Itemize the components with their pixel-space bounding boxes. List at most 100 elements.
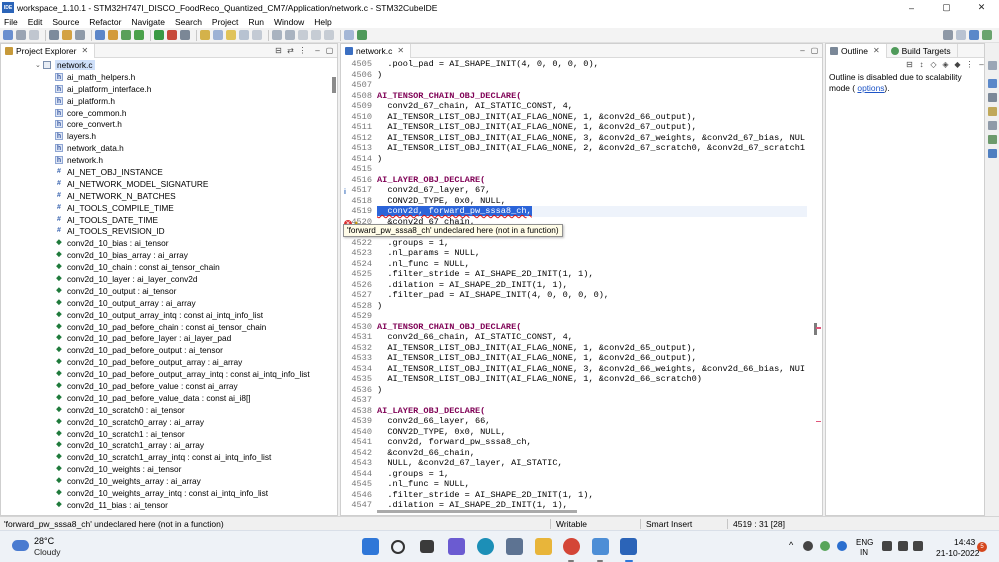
- link-editor-icon[interactable]: ⇄: [286, 46, 295, 55]
- tab-outline[interactable]: Outline ✕: [826, 44, 887, 58]
- minimize-view-icon[interactable]: –: [313, 46, 322, 55]
- hide-fields-icon[interactable]: ◇: [929, 60, 938, 69]
- external-tools-icon[interactable]: [180, 30, 190, 40]
- code-line[interactable]: .filter_stride = AI_SHAPE_2D_INIT(1, 1),: [377, 490, 807, 501]
- pin-editor-icon[interactable]: [344, 30, 354, 40]
- last-edit-icon[interactable]: [298, 30, 308, 40]
- code-line[interactable]: conv2d_66_layer, 66,: [377, 416, 807, 427]
- keyboard-layout[interactable]: IN: [860, 548, 868, 557]
- code-line[interactable]: .dilation = AI_SHAPE_2D_INIT(1, 1),: [377, 280, 807, 291]
- code-line[interactable]: ): [377, 301, 807, 312]
- new-icon[interactable]: [3, 30, 13, 40]
- code-line[interactable]: CONV2D_TYPE, 0x0, NULL,: [377, 196, 807, 207]
- tree-item[interactable]: ◆ conv2d_10_weights_array_intq : const ai…: [1, 487, 337, 499]
- wifi-icon[interactable]: [882, 541, 892, 551]
- clock-date[interactable]: 21-10-2022: [936, 548, 979, 558]
- menu-help[interactable]: Help: [314, 17, 331, 27]
- menu-refactor[interactable]: Refactor: [89, 17, 121, 27]
- close-outline-tab-icon[interactable]: ✕: [873, 46, 880, 55]
- code-line[interactable]: .pool_pad = AI_SHAPE_INIT(4, 0, 0, 0, 0)…: [377, 59, 807, 70]
- tree-item[interactable]: h core_convert.h: [1, 118, 337, 130]
- tasks-icon[interactable]: [988, 107, 997, 116]
- build-config-icon[interactable]: [62, 30, 72, 40]
- clock-time[interactable]: 14:43: [954, 537, 975, 547]
- status-cursor-position[interactable]: 4519 : 31 [28]: [733, 519, 785, 529]
- minimize-outline-icon[interactable]: –: [977, 60, 984, 69]
- stop-icon[interactable]: [167, 30, 177, 40]
- tree-item[interactable]: # AI_TOOLS_COMPILE_TIME: [1, 202, 337, 214]
- tree-item[interactable]: ◆ conv2d_10_pad_before_chain : const ai_t…: [1, 321, 337, 333]
- run-icon[interactable]: [154, 30, 164, 40]
- tree-item[interactable]: h network.h: [1, 154, 337, 166]
- weather-description[interactable]: Cloudy: [34, 547, 60, 557]
- debug-perspective-icon[interactable]: [982, 30, 992, 40]
- explorer-scroll-thumb[interactable]: [332, 77, 336, 93]
- collapse-all-icon[interactable]: ⊟: [905, 60, 914, 69]
- tree-item[interactable]: ◆ conv2d_10_scratch0_array : ai_array: [1, 416, 337, 428]
- tree-item[interactable]: h ai_platform_interface.h: [1, 83, 337, 95]
- code-line[interactable]: conv2d, forward_pw_sssa8_ch,: [377, 437, 807, 448]
- tree-item[interactable]: ◆ conv2d_10_scratch1 : ai_tensor: [1, 428, 337, 440]
- code-line[interactable]: AI_LAYER_OBJ_DECLARE(: [377, 406, 807, 417]
- tree-item[interactable]: ◆ conv2d_10_bias : ai_tensor: [1, 237, 337, 249]
- overview-error-mark[interactable]: [816, 327, 821, 329]
- code-line[interactable]: NULL, &conv2d_67_layer, AI_STATIC,: [377, 458, 807, 469]
- cloud-icon[interactable]: [12, 540, 29, 551]
- build-analyzer-icon[interactable]: [988, 135, 997, 144]
- clean-icon[interactable]: [75, 30, 85, 40]
- code-line[interactable]: [377, 164, 807, 175]
- weather-temperature[interactable]: 28°C: [34, 536, 54, 546]
- menu-search[interactable]: Search: [175, 17, 202, 27]
- collapse-all-icon[interactable]: ⊟: [274, 46, 283, 55]
- menu-window[interactable]: Window: [274, 17, 304, 27]
- editor-horizontal-scroll-thumb[interactable]: [377, 510, 577, 513]
- notification-badge[interactable]: 5: [977, 542, 987, 552]
- bluetooth-icon[interactable]: [837, 541, 847, 551]
- explorer-scrollbar[interactable]: [331, 59, 337, 514]
- tree-item[interactable]: # AI_TOOLS_REVISION_ID: [1, 225, 337, 237]
- tree-item[interactable]: # AI_NETWORK_N_BATCHES: [1, 190, 337, 202]
- code-line[interactable]: CONV2D_TYPE, 0x0, NULL,: [377, 427, 807, 438]
- tab-project-explorer[interactable]: Project Explorer ✕: [1, 44, 96, 58]
- code-line[interactable]: AI_TENSOR_LIST_OBJ_INIT(AI_FLAG_NONE, 1,…: [377, 353, 807, 364]
- tray-app-icon[interactable]: [803, 541, 813, 551]
- tree-item[interactable]: ◆ conv2d_10_chain : const ai_tensor_chain: [1, 261, 337, 273]
- code-line[interactable]: .nl_func = NULL,: [377, 479, 807, 490]
- search-toolbar-icon[interactable]: [213, 30, 223, 40]
- open-folder-icon[interactable]: [108, 30, 118, 40]
- sort-icon[interactable]: ↕: [917, 60, 926, 69]
- tab-network-c[interactable]: network.c ✕: [341, 44, 412, 58]
- outline-options-link[interactable]: options: [857, 83, 884, 93]
- previous-annotation-icon[interactable]: [285, 30, 295, 40]
- file-explorer-icon[interactable]: [535, 538, 552, 555]
- debug-icon[interactable]: [134, 30, 144, 40]
- tree-item[interactable]: h ai_platform.h: [1, 95, 337, 107]
- code-line[interactable]: .nl_func = NULL,: [377, 259, 807, 270]
- menu-navigate[interactable]: Navigate: [131, 17, 165, 27]
- tree-item[interactable]: h network_data.h: [1, 142, 337, 154]
- volume-icon[interactable]: [898, 541, 908, 551]
- teams-chat-icon[interactable]: [448, 538, 465, 555]
- open-type-icon[interactable]: [200, 30, 210, 40]
- forward-icon[interactable]: [324, 30, 334, 40]
- maximize-editor-icon[interactable]: ▢: [810, 46, 819, 55]
- back-icon[interactable]: [311, 30, 321, 40]
- new-project-icon[interactable]: [95, 30, 105, 40]
- show-whitespace-icon[interactable]: [252, 30, 262, 40]
- tree-item[interactable]: h core_common.h: [1, 107, 337, 119]
- properties-icon[interactable]: [988, 121, 997, 130]
- tree-item[interactable]: ◆ conv2d_11_bias : ai_tensor: [1, 499, 337, 511]
- code-line[interactable]: conv2d_66_chain, AI_STATIC_CONST, 4,: [377, 332, 807, 343]
- static-stack-icon[interactable]: [988, 149, 997, 158]
- maximize-button[interactable]: ▢: [929, 0, 964, 15]
- code-line[interactable]: AI_TENSOR_LIST_OBJ_INIT(AI_FLAG_NONE, 3,…: [377, 364, 807, 375]
- tree-item[interactable]: # AI_NETWORK_MODEL_SIGNATURE: [1, 178, 337, 190]
- tree-item[interactable]: ◆ conv2d_10_pad_before_layer : ai_layer_p…: [1, 332, 337, 344]
- save-icon[interactable]: [16, 30, 26, 40]
- editor-scroll-thumb[interactable]: [814, 323, 817, 335]
- code-line[interactable]: conv2d_67_layer, 67,: [377, 185, 807, 196]
- menu-file[interactable]: File: [4, 17, 18, 27]
- code-line[interactable]: .filter_stride = AI_SHAPE_2D_INIT(1, 1),: [377, 269, 807, 280]
- menu-source[interactable]: Source: [52, 17, 79, 27]
- code-line[interactable]: ): [377, 70, 807, 81]
